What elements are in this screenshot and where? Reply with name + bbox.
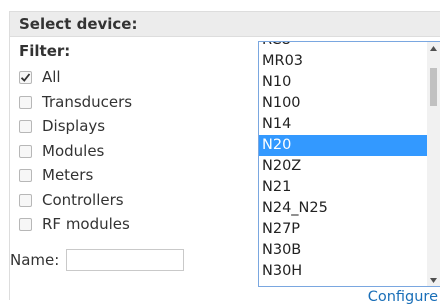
scroll-up-arrow-icon[interactable] (427, 42, 440, 54)
filter-modules-checkbox-row[interactable]: Modules (19, 141, 104, 161)
filter-rf-modules-checkbox-row[interactable]: RF modules (19, 214, 130, 234)
list-scrollbar[interactable] (427, 42, 440, 286)
device-option[interactable]: RC8 (259, 42, 427, 51)
panel-header: Select device: (10, 12, 440, 37)
device-option[interactable]: MR03 (259, 51, 427, 72)
filter-meters-label: Meters (42, 166, 94, 184)
filter-modules-checkbox[interactable] (19, 144, 32, 158)
filter-meters-checkbox[interactable] (19, 168, 32, 182)
filter-all-checkbox[interactable] (19, 70, 32, 84)
device-option[interactable]: N10 (259, 72, 427, 93)
filter-controllers-checkbox[interactable] (19, 193, 32, 207)
checkmark-icon (20, 72, 31, 82)
device-option[interactable]: N21 (259, 177, 427, 198)
device-list: RC8 MR03 N10 N100 N14 N20 N20Z N21 N24_N… (259, 42, 427, 282)
device-option-selected[interactable]: N20 (259, 135, 427, 156)
filter-meters-checkbox-row[interactable]: Meters (19, 165, 93, 185)
filter-modules-label: Modules (42, 142, 105, 160)
device-option[interactable]: N20Z (259, 156, 427, 177)
filter-displays-checkbox-row[interactable]: Displays (19, 116, 105, 136)
scrollbar-thumb[interactable] (430, 68, 437, 106)
filter-transducers-checkbox-row[interactable]: Transducers (19, 92, 132, 112)
name-input[interactable] (66, 249, 185, 271)
filter-controllers-checkbox-row[interactable]: Controllers (19, 190, 124, 210)
filter-all-label: All (42, 68, 61, 86)
device-listbox[interactable]: RC8 MR03 N10 N100 N14 N20 N20Z N21 N24_N… (258, 41, 440, 287)
device-option[interactable]: N30B (259, 240, 427, 261)
device-option[interactable]: N14 (259, 114, 427, 135)
filter-title: Filter: (19, 42, 71, 60)
device-option[interactable]: N27P (259, 219, 427, 240)
device-option[interactable]: N30H (259, 261, 427, 282)
configure-link[interactable]: Configure (368, 289, 438, 305)
panel-title: Select device: (19, 15, 138, 33)
scroll-down-arrow-icon[interactable] (427, 274, 440, 286)
filter-rf-modules-label: RF modules (42, 215, 130, 233)
filter-displays-checkbox[interactable] (19, 119, 32, 133)
name-label: Name: (10, 251, 60, 269)
filter-all-checkbox-row[interactable]: All (19, 67, 61, 87)
filter-rf-modules-checkbox[interactable] (19, 217, 32, 231)
device-option[interactable]: N24_N25 (259, 198, 427, 219)
filter-transducers-checkbox[interactable] (19, 95, 32, 109)
device-selector-panel: Select device: Filter: All Transducers D… (9, 11, 440, 305)
filter-displays-label: Displays (42, 117, 106, 135)
device-option[interactable]: N100 (259, 93, 427, 114)
filter-controllers-label: Controllers (42, 191, 124, 209)
name-filter-row: Name: (10, 248, 185, 272)
filter-transducers-label: Transducers (42, 93, 133, 111)
